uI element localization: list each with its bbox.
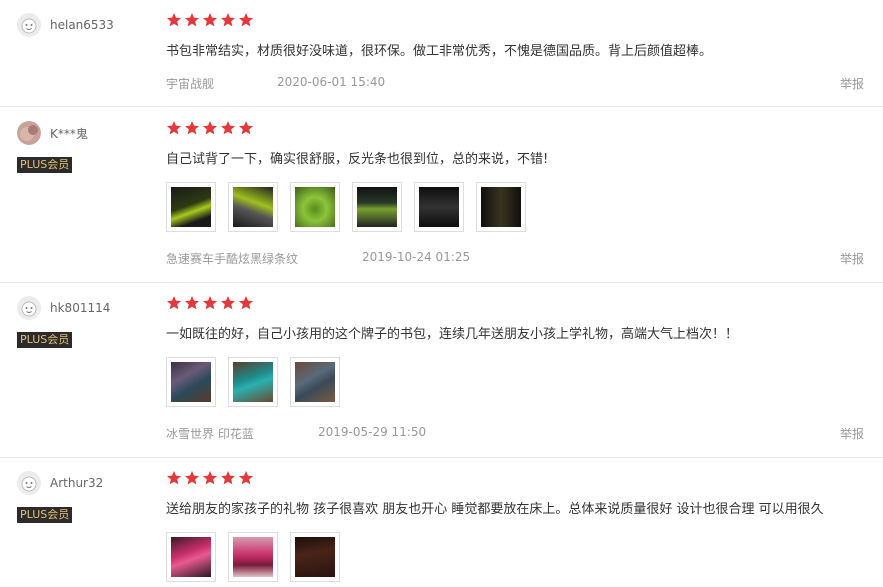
review-photo[interactable] [228, 532, 278, 582]
username: hk801114 [50, 301, 111, 315]
star-icon [167, 13, 181, 27]
star-icon [203, 121, 217, 135]
review-photo[interactable] [290, 532, 340, 582]
star-rating [166, 470, 256, 486]
photo-list [166, 532, 352, 582]
report-link[interactable]: 举报 [840, 425, 864, 442]
username: Arthur32 [50, 476, 104, 490]
review-time: 2019-05-29 11:50 [318, 425, 427, 439]
review-photo[interactable] [414, 182, 464, 232]
review-item: Arthur32 PLUS会员 送给朋友的家孩子的礼物 孩子很喜欢 朋友也开心 … [0, 458, 883, 587]
star-icon [167, 296, 181, 310]
star-icon [239, 471, 253, 485]
product-spec: 宇宙战舰 [166, 77, 215, 91]
review-item: helan6533 书包非常结实，材质很好没味道，很环保。做工非常优秀，不愧是德… [0, 0, 883, 107]
review-content: 自己试背了一下，确实很舒服，反光条也很到位，总的来说，不错! [166, 152, 549, 167]
star-rating [166, 120, 256, 136]
avatar-icon[interactable] [17, 121, 41, 145]
star-icon [221, 296, 235, 310]
star-icon [221, 471, 235, 485]
star-icon [167, 121, 181, 135]
review-photo[interactable] [228, 357, 278, 407]
star-icon [239, 13, 253, 27]
review-item: hk801114 PLUS会员 一如既往的好，自己小孩用的这个牌子的书包，连续几… [0, 283, 883, 458]
star-icon [239, 121, 253, 135]
star-icon [239, 296, 253, 310]
plus-member-badge: PLUS会员 [17, 157, 73, 173]
review-content: 书包非常结实，材质很好没味道，很环保。做工非常优秀，不愧是德国品质。背上后颜值超… [166, 44, 713, 59]
review-photo[interactable] [166, 357, 216, 407]
plus-member-badge: PLUS会员 [17, 332, 73, 348]
review-content: 送给朋友的家孩子的礼物 孩子很喜欢 朋友也开心 睡觉都要放在床上。总体来说质量很… [166, 502, 824, 517]
star-icon [203, 471, 217, 485]
star-icon [203, 13, 217, 27]
star-icon [185, 13, 199, 27]
avatar-icon[interactable] [17, 296, 41, 320]
review-photo[interactable] [290, 182, 340, 232]
user-info: Arthur32 [17, 471, 103, 495]
star-rating [166, 12, 256, 28]
product-spec: 冰雪世界 印花蓝 [166, 427, 254, 441]
review-photo[interactable] [352, 182, 402, 232]
plus-member-badge: PLUS会员 [17, 507, 73, 523]
username: K***鬼 [50, 126, 88, 141]
username: helan6533 [50, 18, 114, 32]
star-icon [185, 121, 199, 135]
avatar-icon[interactable] [17, 13, 41, 37]
review-photo[interactable] [290, 357, 340, 407]
review-time: 2020-06-01 15:40 [277, 75, 386, 89]
report-link[interactable]: 举报 [840, 75, 864, 92]
review-item: K***鬼 PLUS会员 自己试背了一下，确实很舒服，反光条也很到位，总的来说，… [0, 108, 883, 283]
review-photo[interactable] [166, 182, 216, 232]
star-icon [221, 13, 235, 27]
star-icon [167, 471, 181, 485]
review-time: 2019-10-24 01:25 [362, 250, 471, 264]
user-info: helan6533 [17, 13, 114, 37]
photo-list [166, 182, 538, 232]
star-icon [203, 296, 217, 310]
star-icon [185, 296, 199, 310]
product-spec: 急速赛车手酷炫黑绿条纹 [166, 252, 299, 266]
review-photo[interactable] [166, 532, 216, 582]
review-photo[interactable] [476, 182, 526, 232]
star-icon [221, 121, 235, 135]
user-info: hk801114 [17, 296, 110, 320]
star-icon [185, 471, 199, 485]
avatar-icon[interactable] [17, 471, 41, 495]
user-info: K***鬼 [17, 121, 88, 145]
review-photo[interactable] [228, 182, 278, 232]
photo-list [166, 357, 352, 407]
star-rating [166, 295, 256, 311]
review-content: 一如既往的好，自己小孩用的这个牌子的书包，连续几年送朋友小孩上学礼物，高端大气上… [166, 327, 739, 342]
report-link[interactable]: 举报 [840, 250, 864, 267]
